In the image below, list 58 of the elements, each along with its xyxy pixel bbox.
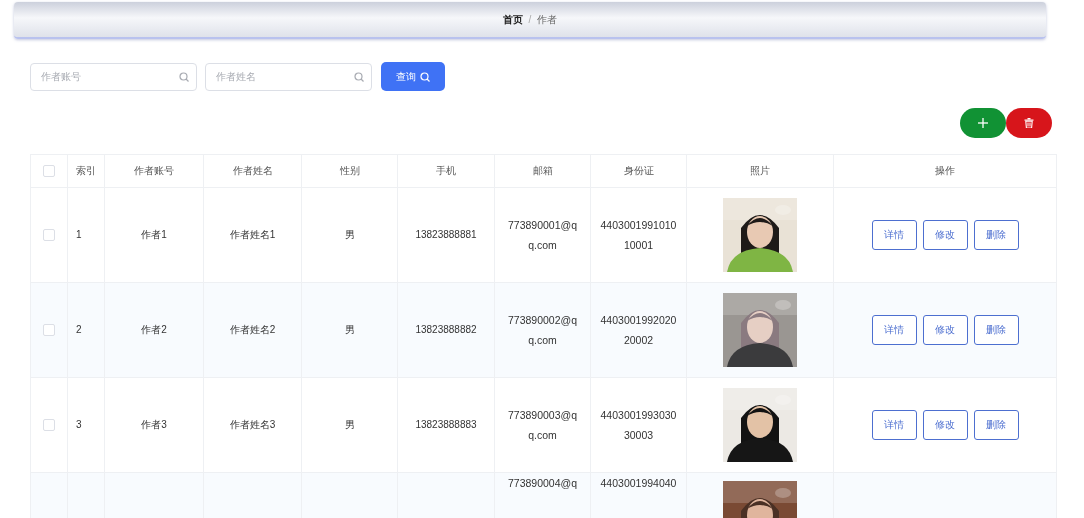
trash-icon bbox=[1024, 118, 1034, 128]
table-cell-text: 作者姓名3 bbox=[229, 418, 276, 432]
delete-row-button[interactable]: 删除 bbox=[973, 410, 1019, 440]
edit-button[interactable]: 修改 bbox=[922, 410, 968, 440]
table-cell-text: 773890002@qq.com bbox=[506, 313, 579, 348]
checkbox[interactable] bbox=[43, 165, 55, 178]
details-button[interactable]: 详情 bbox=[871, 315, 917, 345]
search-icon bbox=[420, 71, 430, 82]
table-cell-text: 2 bbox=[76, 323, 82, 337]
search-field[interactable]: 作者姓名 bbox=[205, 62, 372, 91]
table-cell-text: 作者3 bbox=[141, 418, 167, 432]
search-icon bbox=[354, 71, 364, 82]
checkbox[interactable] bbox=[43, 419, 55, 432]
breadcrumb-separator: / bbox=[528, 14, 532, 25]
column-header: 手机 bbox=[436, 165, 456, 176]
column-header: 操作 bbox=[935, 165, 955, 176]
table-cell-text: 440300199202020002 bbox=[599, 313, 678, 348]
column-header: 身份证 bbox=[623, 165, 654, 176]
table-cell-text: 作者姓名1 bbox=[229, 228, 276, 242]
table-cell-text: 773890001@qq.com bbox=[506, 218, 579, 253]
add-button[interactable] bbox=[960, 108, 1006, 138]
table-cell-text: 3 bbox=[76, 418, 82, 432]
edit-button[interactable]: 修改 bbox=[922, 220, 968, 250]
column-header: 照片 bbox=[750, 165, 770, 176]
details-button[interactable]: 详情 bbox=[871, 220, 917, 250]
search-button[interactable]: 查询 bbox=[381, 62, 445, 91]
table-cell-text: 773890004@q bbox=[506, 476, 579, 491]
table-cell-text: 773890003@qq.com bbox=[506, 408, 579, 443]
checkbox[interactable] bbox=[43, 229, 55, 242]
table-cell-text: 13823888881 bbox=[415, 228, 477, 242]
edit-button[interactable]: 修改 bbox=[922, 315, 968, 345]
table-cell-text: 13823888882 bbox=[415, 323, 477, 337]
column-header: 作者账号 bbox=[134, 165, 174, 176]
breadcrumb-item: 作者 bbox=[537, 12, 558, 27]
details-button[interactable]: 详情 bbox=[871, 410, 917, 440]
checkbox[interactable] bbox=[43, 324, 55, 337]
column-header: 性别 bbox=[339, 165, 360, 176]
table-cell-text: 13823888883 bbox=[415, 418, 477, 432]
breadcrumb-item[interactable]: 首页 bbox=[502, 12, 523, 27]
column-header: 索引 bbox=[76, 165, 96, 176]
table-cell-text: 4403001994040 bbox=[599, 476, 678, 491]
delete-row-button[interactable]: 删除 bbox=[973, 315, 1019, 345]
table-cell-text: 1 bbox=[76, 228, 82, 242]
delete-button[interactable] bbox=[1006, 108, 1052, 138]
table-cell-text: 男 bbox=[344, 323, 355, 337]
column-header: 邮箱 bbox=[532, 165, 553, 176]
table-cell-text: 作者姓名2 bbox=[229, 323, 276, 337]
search-field[interactable]: 作者账号 bbox=[30, 62, 197, 91]
table-cell-text: 440300199101010001 bbox=[599, 218, 678, 253]
plus-icon bbox=[978, 118, 988, 128]
table-cell-text: 440300199303030003 bbox=[599, 408, 678, 443]
delete-row-button[interactable]: 删除 bbox=[973, 220, 1019, 250]
table-cell-text: 男 bbox=[344, 418, 355, 432]
table-cell-text: 作者2 bbox=[141, 323, 167, 337]
column-header: 作者姓名 bbox=[232, 165, 273, 176]
table-cell-text: 作者1 bbox=[141, 228, 167, 242]
table-cell-text: 男 bbox=[344, 228, 355, 242]
search-icon bbox=[179, 71, 189, 82]
